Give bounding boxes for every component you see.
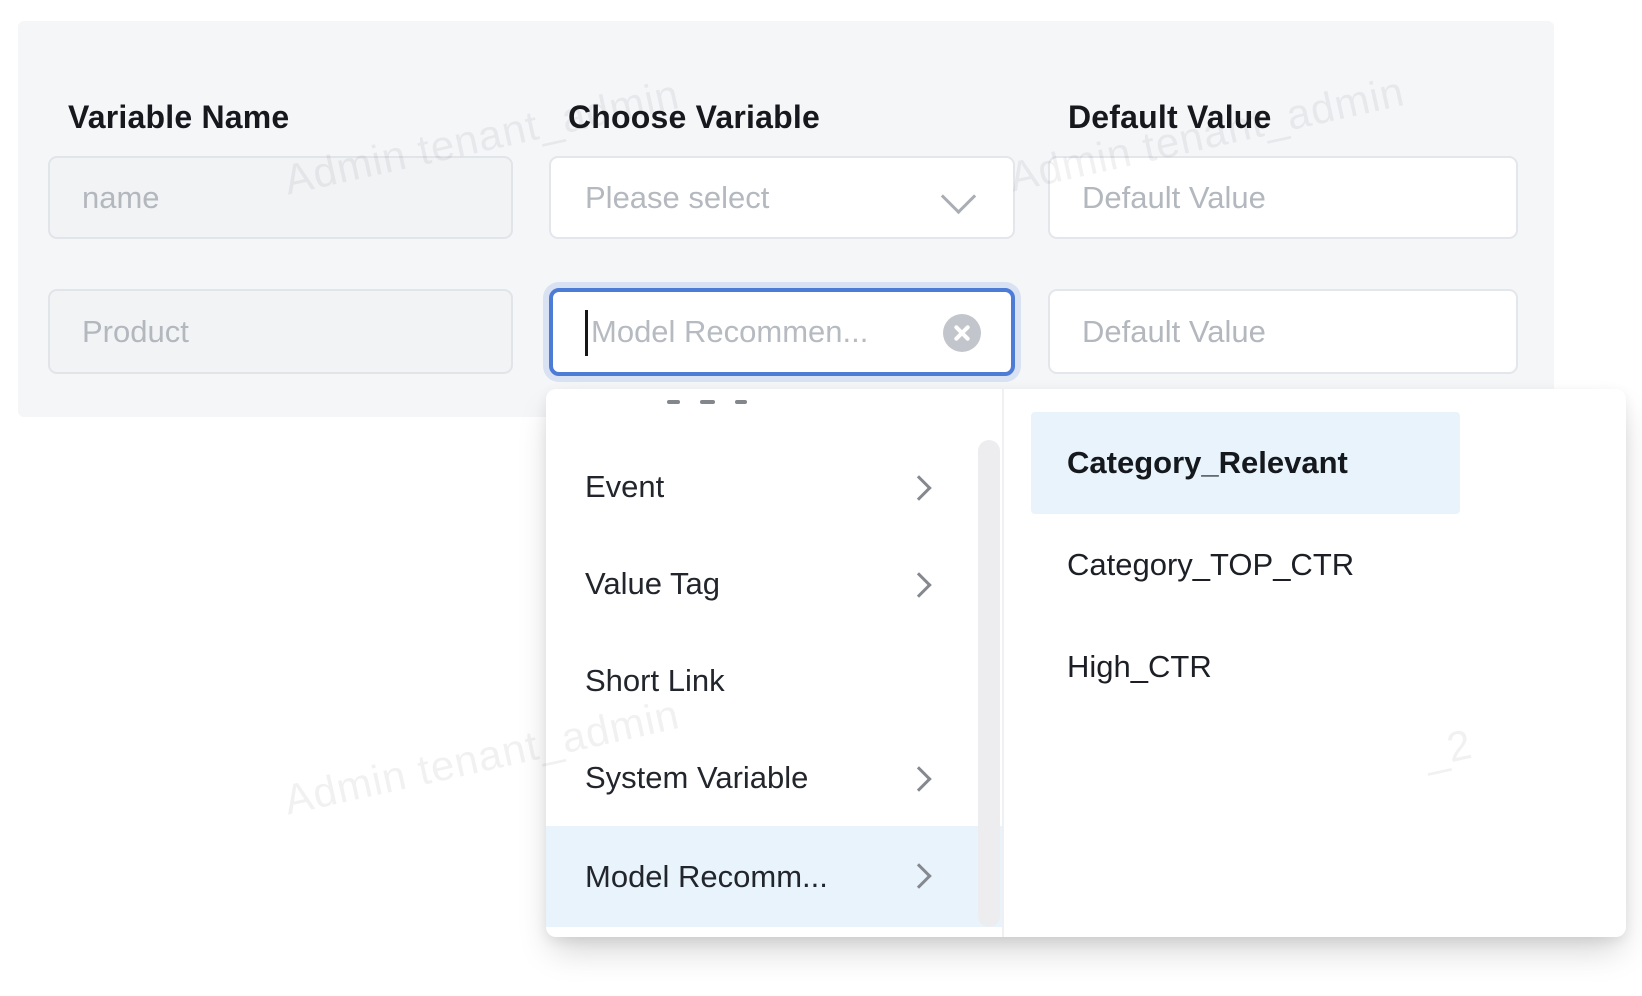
menu-item-label: Value Tag (546, 566, 720, 602)
chevron-right-icon (906, 572, 931, 597)
variable-name-input-row2[interactable] (48, 289, 513, 374)
clear-icon[interactable] (943, 314, 981, 352)
menu-item-label: System Variable (546, 760, 808, 796)
menu-item-short-link[interactable]: Short Link (546, 632, 1002, 729)
select-value: Model Recommen... (553, 314, 868, 350)
clipped-menu-item-fragment (667, 400, 777, 405)
select-placeholder: Please select (551, 180, 769, 216)
column-label-choose-variable: Choose Variable (568, 99, 820, 136)
menu-item-value-tag[interactable]: Value Tag (546, 535, 1002, 632)
cascader-menu-level2: Category_Relevant Category_TOP_CTR High_… (1004, 389, 1626, 937)
menu-item-label: Event (546, 469, 664, 505)
submenu-item-label: Category_TOP_CTR (1031, 547, 1354, 583)
column-label-default-value: Default Value (1068, 99, 1272, 136)
default-value-input-row2[interactable] (1048, 289, 1518, 374)
cascader-menu-level1: Event Value Tag Short Link System Variab… (546, 389, 1004, 937)
menu-item-system-variable[interactable]: System Variable (546, 729, 1002, 826)
chevron-right-icon (906, 863, 931, 888)
cascader-dropdown: Event Value Tag Short Link System Variab… (546, 389, 1626, 937)
default-value-input-row1[interactable] (1048, 156, 1518, 239)
scrollbar-thumb[interactable] (978, 440, 1000, 927)
submenu-item-label: High_CTR (1031, 649, 1212, 685)
choose-variable-select-row2[interactable]: Model Recommen... (549, 288, 1015, 376)
submenu-item-high-ctr[interactable]: High_CTR (1031, 616, 1460, 718)
column-label-variable-name: Variable Name (68, 99, 289, 136)
menu-item-event[interactable]: Event (546, 438, 1002, 535)
chevron-right-icon (906, 475, 931, 500)
menu-item-label: Short Link (546, 663, 725, 699)
submenu-item-label: Category_Relevant (1031, 445, 1348, 481)
submenu-item-category-relevant[interactable]: Category_Relevant (1031, 412, 1460, 514)
menu-item-model-recommendation[interactable]: Model Recomm... (546, 826, 1002, 927)
text-cursor (585, 310, 588, 356)
choose-variable-select-row1[interactable]: Please select (549, 156, 1015, 239)
menu-item-label: Model Recomm... (546, 859, 828, 895)
chevron-right-icon (906, 766, 931, 791)
variable-name-input-row1[interactable] (48, 156, 513, 239)
screen: Variable Name Choose Variable Default Va… (0, 0, 1642, 996)
chevron-down-icon (941, 179, 976, 214)
submenu-item-category-top-ctr[interactable]: Category_TOP_CTR (1031, 514, 1460, 616)
